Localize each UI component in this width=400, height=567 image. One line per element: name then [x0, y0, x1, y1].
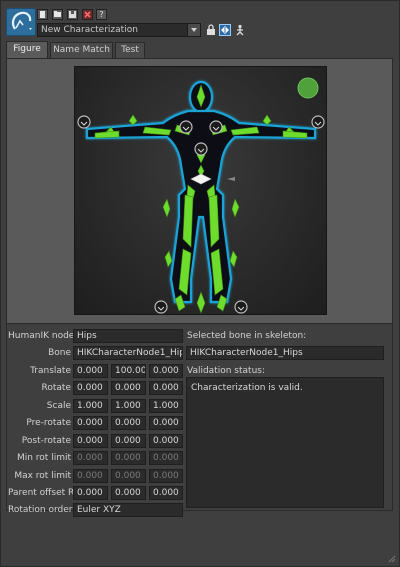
- minrot-x-field: 0.000: [73, 451, 108, 465]
- skeleton-viewport[interactable]: [74, 66, 327, 315]
- humanik-node-field[interactable]: Hips: [73, 329, 183, 343]
- maxrot-label: Max rot limit: [14, 471, 71, 481]
- minrot-y-field: 0.000: [111, 451, 146, 465]
- scale-label: Scale: [46, 401, 71, 411]
- rotorder-field[interactable]: Euler XYZ: [73, 503, 183, 517]
- prerotate-y-field[interactable]: 0.000: [111, 416, 146, 430]
- prerotate-z-field[interactable]: 0.000: [149, 416, 183, 430]
- rotate-y-field[interactable]: 0.000: [111, 381, 146, 395]
- prerotate-x-field[interactable]: 0.000: [73, 416, 108, 430]
- tab-figure[interactable]: Figure: [6, 41, 48, 58]
- translate-y-field[interactable]: 100.000: [111, 364, 146, 378]
- selected-bone-field[interactable]: HIKCharacterNode1_Hips: [186, 346, 384, 360]
- resize-grip-icon[interactable]: [388, 555, 396, 563]
- scale-y-field[interactable]: 1.000: [111, 399, 146, 413]
- open-icon[interactable]: [52, 9, 63, 20]
- selected-bone-label: Selected bone in skeleton:: [187, 331, 307, 341]
- skeleton-figure: [77, 77, 325, 314]
- minrot-z-field: 0.000: [149, 451, 183, 465]
- postrotate-z-field[interactable]: 0.000: [149, 434, 183, 448]
- postrotate-y-field[interactable]: 0.000: [111, 434, 146, 448]
- translate-label: Translate: [30, 366, 71, 376]
- maxrot-y-field: 0.000: [111, 469, 146, 483]
- minrot-label: Min rot limit: [16, 453, 71, 463]
- rotate-label: Rotate: [41, 383, 71, 393]
- hik-logo-icon[interactable]: [6, 8, 36, 36]
- prerotate-label: Pre-rotate: [26, 418, 71, 428]
- rotate-z-field[interactable]: 0.000: [149, 381, 183, 395]
- postrotate-label: Post-rotate: [21, 436, 71, 446]
- new-icon[interactable]: [37, 9, 48, 20]
- delete-icon[interactable]: [82, 9, 93, 20]
- maxrot-z-field: 0.000: [149, 469, 183, 483]
- translate-z-field[interactable]: 0.000: [149, 364, 183, 378]
- help-icon[interactable]: ?: [96, 9, 107, 20]
- parentoffset-y-field[interactable]: 0.000: [111, 486, 146, 500]
- parentoffset-x-field[interactable]: 0.000: [73, 486, 108, 500]
- parentoffset-z-field[interactable]: 0.000: [149, 486, 183, 500]
- character-dropdown[interactable]: New Characterization: [37, 23, 201, 37]
- character-dropdown-value: New Characterization: [41, 25, 138, 35]
- bone-field[interactable]: HIKCharacterNode1_Hips: [73, 346, 183, 360]
- bone-label: Bone: [48, 348, 71, 358]
- postrotate-x-field[interactable]: 0.000: [73, 434, 108, 448]
- rotate-x-field[interactable]: 0.000: [73, 381, 108, 395]
- parentoffset-label: Parent offset R: [8, 488, 75, 498]
- scale-z-field[interactable]: 1.000: [149, 399, 183, 413]
- translate-x-field[interactable]: 0.000: [73, 364, 108, 378]
- humanik-node-label: HumanIK node: [8, 331, 75, 341]
- save-icon[interactable]: [67, 9, 78, 20]
- validation-status-label: Validation status:: [187, 366, 265, 376]
- status-indicator-icon: [297, 77, 319, 99]
- mirror-icon[interactable]: [219, 24, 231, 36]
- maxrot-x-field: 0.000: [73, 469, 108, 483]
- chevron-down-icon: [187, 24, 200, 36]
- figure-panel: [6, 58, 393, 324]
- tab-test[interactable]: Test: [115, 42, 145, 58]
- validation-status-text: Characterization is valid.: [191, 383, 303, 393]
- lock-icon[interactable]: [205, 24, 217, 36]
- validation-status-box: Characterization is valid.: [186, 377, 384, 508]
- rotorder-label: Rotation order: [8, 505, 73, 515]
- scale-x-field[interactable]: 1.000: [73, 399, 108, 413]
- pose-icon[interactable]: [234, 24, 246, 36]
- tab-name-match[interactable]: Name Match: [50, 42, 113, 58]
